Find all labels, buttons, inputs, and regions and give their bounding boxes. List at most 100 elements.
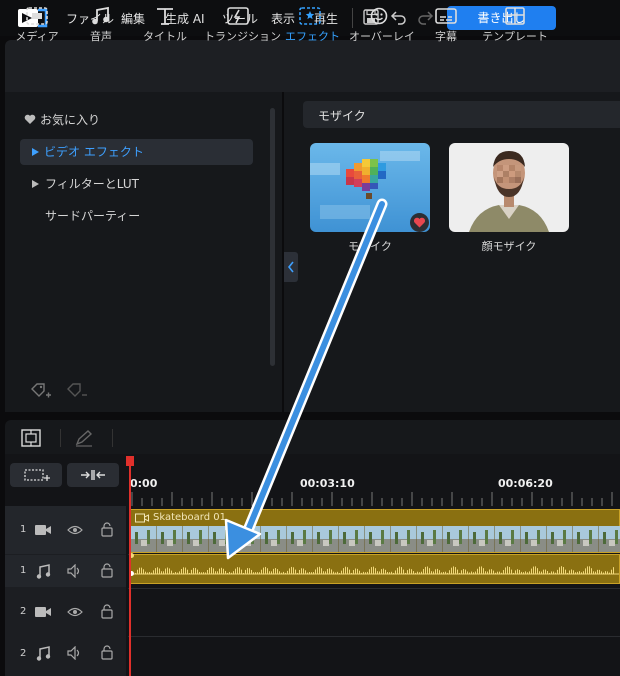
sidebar-scrollbar[interactable] bbox=[270, 108, 275, 366]
waveform-bar bbox=[477, 568, 478, 574]
waveform-bar bbox=[453, 566, 454, 574]
timeline-toolbar bbox=[5, 420, 620, 454]
heart-icon bbox=[24, 114, 36, 124]
film-frame bbox=[209, 526, 236, 552]
waveform-bar bbox=[237, 567, 238, 574]
waveform-bar bbox=[535, 566, 536, 574]
waveform-bar bbox=[543, 569, 544, 574]
timeline-fit-icon[interactable] bbox=[20, 428, 42, 451]
sidebar-item-favorites[interactable]: お気に入り bbox=[24, 107, 100, 133]
waveform-bar bbox=[371, 567, 372, 574]
playhead-handle[interactable] bbox=[126, 456, 134, 466]
speaker-icon[interactable] bbox=[67, 564, 83, 578]
tab-template[interactable]: テンプレート bbox=[482, 0, 548, 52]
waveform-bar bbox=[593, 571, 594, 574]
film-frame bbox=[183, 526, 210, 552]
track-header-video-1[interactable]: 1 bbox=[5, 506, 126, 554]
waveform-bar bbox=[231, 572, 232, 574]
waveform-bar bbox=[167, 567, 168, 574]
waveform-bar bbox=[481, 566, 482, 574]
waveform-bar bbox=[305, 570, 306, 574]
timeline-toolbar-divider bbox=[60, 429, 61, 447]
waveform-bar bbox=[599, 569, 600, 574]
sidebar-item-video-effects[interactable]: ビデオ エフェクト bbox=[20, 139, 253, 165]
waveform-bar bbox=[423, 568, 424, 574]
waveform-bar bbox=[189, 572, 190, 574]
waveform-bar bbox=[447, 572, 448, 574]
lock-icon[interactable] bbox=[100, 563, 114, 578]
tab-media[interactable]: メディア bbox=[12, 0, 62, 52]
ruler-label: 00:03:10 bbox=[300, 477, 355, 490]
waveform-bar bbox=[201, 572, 202, 574]
fit-timeline-button[interactable] bbox=[67, 463, 119, 487]
tab-subtitle-label: 字幕 bbox=[435, 30, 457, 43]
track-header-audio-1[interactable]: 1 bbox=[5, 555, 126, 587]
waveform-bar bbox=[353, 570, 354, 574]
waveform-bar bbox=[249, 568, 250, 574]
speaker-icon[interactable] bbox=[67, 646, 83, 660]
audio-clip[interactable] bbox=[130, 554, 620, 584]
waveform-bar bbox=[147, 572, 148, 574]
heart-icon bbox=[413, 217, 426, 228]
track-header-video-2[interactable]: 2 bbox=[5, 594, 126, 630]
film-frame bbox=[521, 526, 548, 552]
tab-transition[interactable]: トランジション bbox=[204, 0, 281, 52]
waveform-bar bbox=[351, 572, 352, 574]
eye-icon[interactable] bbox=[67, 605, 83, 619]
waveform-bar bbox=[483, 568, 484, 574]
film-frame bbox=[599, 526, 620, 552]
waveform-bar bbox=[525, 571, 526, 574]
track-divider bbox=[128, 636, 620, 637]
waveform-bar bbox=[319, 566, 320, 574]
waveform-bar bbox=[221, 567, 222, 574]
lock-icon[interactable] bbox=[100, 645, 114, 660]
add-tag-icon[interactable] bbox=[30, 382, 52, 403]
tab-overlay[interactable]: オーバーレイ bbox=[349, 0, 415, 52]
waveform-bar bbox=[245, 569, 246, 574]
waveform-bar bbox=[135, 573, 136, 574]
waveform-bar bbox=[553, 571, 554, 574]
track-header-audio-2[interactable]: 2 bbox=[5, 638, 126, 670]
waveform-bar bbox=[175, 572, 176, 574]
waveform-bar bbox=[197, 569, 198, 574]
waveform-bar bbox=[411, 569, 412, 574]
waveform-bar bbox=[279, 571, 280, 574]
sidebar-item-filters-lut[interactable]: フィルターとLUT bbox=[32, 171, 139, 197]
waveform-bar bbox=[161, 571, 162, 574]
video-clip-icon bbox=[135, 513, 149, 523]
effect-thumb-face-mosaic[interactable] bbox=[449, 143, 569, 232]
effect-label-mosaic: モザイク bbox=[348, 240, 392, 253]
waveform-bar bbox=[291, 566, 292, 574]
playhead[interactable] bbox=[129, 458, 131, 676]
waveform-bar bbox=[587, 566, 588, 574]
eye-icon[interactable] bbox=[67, 523, 83, 537]
film-frame bbox=[131, 526, 158, 552]
waveform-bar bbox=[431, 571, 432, 574]
waveform-bar bbox=[355, 568, 356, 574]
lock-icon[interactable] bbox=[100, 522, 114, 537]
add-track-button[interactable] bbox=[10, 463, 62, 487]
tab-audio[interactable]: 音声 bbox=[77, 0, 125, 52]
waveform-bar bbox=[515, 570, 516, 574]
tab-title[interactable]: タイトル bbox=[140, 0, 190, 52]
waveform-bar bbox=[219, 568, 220, 574]
collapse-panel-button[interactable] bbox=[284, 252, 298, 282]
favorite-badge[interactable] bbox=[410, 213, 429, 232]
waveform-bar bbox=[605, 571, 606, 574]
tab-effect[interactable]: エフェクト bbox=[285, 0, 340, 52]
waveform-bar bbox=[511, 569, 512, 574]
sidebar-item-label: サードパーティー bbox=[45, 209, 141, 223]
sidebar-item-third-party[interactable]: サードパーティー bbox=[45, 203, 140, 229]
lock-icon[interactable] bbox=[100, 604, 114, 619]
waveform-bar bbox=[391, 571, 392, 574]
waveform-bar bbox=[529, 571, 530, 574]
tab-subtitle[interactable]: 字幕 bbox=[424, 0, 468, 52]
waveform-bar bbox=[243, 572, 244, 574]
waveform-bar bbox=[301, 568, 302, 574]
pen-icon[interactable] bbox=[73, 428, 95, 451]
waveform-bar bbox=[185, 567, 186, 574]
waveform-bar bbox=[311, 572, 312, 574]
film-frame bbox=[573, 526, 600, 552]
remove-tag-icon[interactable] bbox=[66, 382, 88, 403]
clip-name: Skateboard 01 bbox=[153, 512, 226, 523]
